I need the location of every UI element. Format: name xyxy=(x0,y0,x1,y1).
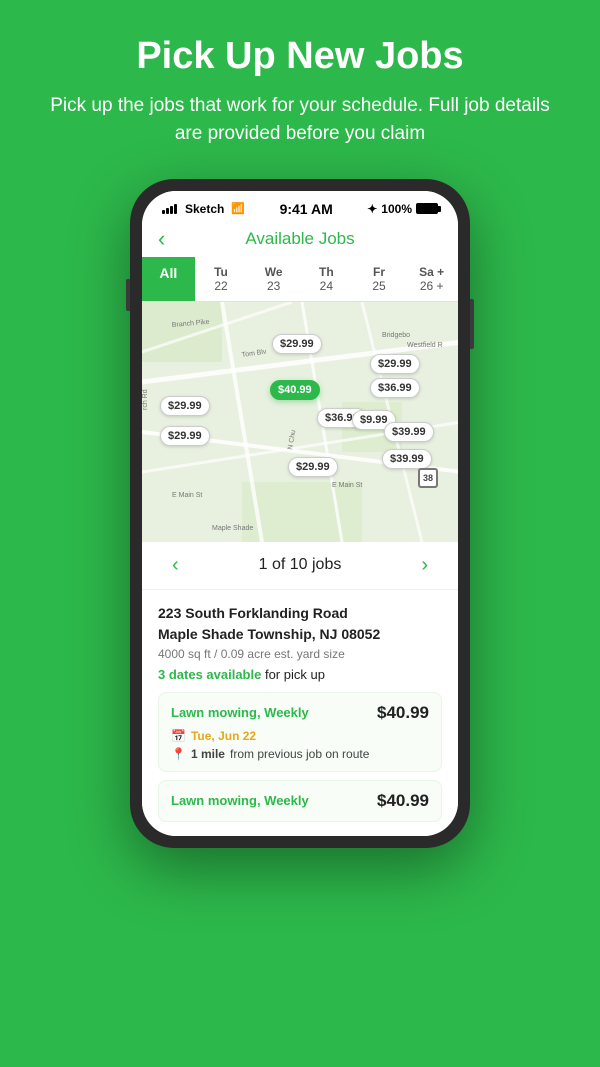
tab-all-label: All xyxy=(159,265,177,281)
map-marker: 38 xyxy=(418,468,438,488)
service-price-1: $40.99 xyxy=(377,703,429,723)
job-card: 223 South Forklanding Road Maple Shade T… xyxy=(142,590,458,836)
phone-wrapper: Sketch 📶 9:41 AM ✦ 100% ‹ Available Jobs xyxy=(130,179,470,848)
battery-icon xyxy=(416,203,438,214)
svg-text:Bridgebo: Bridgebo xyxy=(382,332,410,339)
tab-all[interactable]: All xyxy=(142,257,195,301)
back-button[interactable]: ‹ xyxy=(158,226,165,252)
route-suffix: from previous job on route xyxy=(230,747,369,761)
service-name-2: Lawn mowing, Weekly xyxy=(171,793,309,808)
svg-text:E Main St: E Main St xyxy=(332,482,362,489)
job-count-text: 1 of 10 jobs xyxy=(259,556,342,574)
status-time: 9:41 AM xyxy=(280,201,333,217)
calendar-icon: 📅 xyxy=(171,729,186,743)
page-title: Pick Up New Jobs xyxy=(40,36,560,78)
status-bar: Sketch 📶 9:41 AM ✦ 100% xyxy=(142,191,458,223)
tab-we-day: We xyxy=(251,265,296,279)
tab-sa[interactable]: Sa + 26 + xyxy=(405,257,458,301)
tab-tu[interactable]: Tu 22 xyxy=(195,257,248,301)
next-job-button[interactable]: › xyxy=(421,554,428,577)
screen-title: Available Jobs xyxy=(245,229,354,249)
tab-fr-day: Fr xyxy=(357,265,402,279)
service-date-1: 📅 Tue, Jun 22 xyxy=(171,729,429,743)
dates-rest: for pick up xyxy=(261,667,325,682)
header-section: Pick Up New Jobs Pick up the jobs that w… xyxy=(0,0,600,169)
job-address-line2: Maple Shade Township, NJ 08052 xyxy=(158,625,442,645)
price-pin-1[interactable]: $29.99 xyxy=(272,334,322,354)
bluetooth-icon: ✦ xyxy=(367,202,377,216)
service-route-1: 📍 1 mile from previous job on route xyxy=(171,747,429,761)
route-distance: 1 mile xyxy=(191,747,225,761)
header-subtitle: Pick up the jobs that work for your sche… xyxy=(40,92,560,149)
price-pin-10[interactable]: $39.99 xyxy=(382,449,432,469)
tab-th[interactable]: Th 24 xyxy=(300,257,353,301)
phone-screen: Sketch 📶 9:41 AM ✦ 100% ‹ Available Jobs xyxy=(142,191,458,836)
price-pin-6[interactable]: $29.99 xyxy=(160,396,210,416)
day-tabs: All Tu 22 We 23 Th 24 Fr 25 xyxy=(142,257,458,302)
tab-we-num: 23 xyxy=(251,279,296,293)
price-pin-2[interactable]: $29.99 xyxy=(370,354,420,374)
job-navigation: ‹ 1 of 10 jobs › xyxy=(142,542,458,590)
service-price-2: $40.99 xyxy=(377,791,429,811)
tab-tu-num: 22 xyxy=(199,279,244,293)
price-pin-3[interactable]: $36.99 xyxy=(370,378,420,398)
tab-sa-day: Sa + xyxy=(409,265,454,279)
service-date-label-1: Tue, Jun 22 xyxy=(191,729,256,743)
price-pin-7[interactable]: $29.99 xyxy=(160,426,210,446)
svg-text:Westfield R: Westfield R xyxy=(407,342,443,349)
location-icon: 📍 xyxy=(171,747,186,761)
status-left: Sketch 📶 xyxy=(162,202,245,216)
tab-we[interactable]: We 23 xyxy=(247,257,300,301)
price-pin-active[interactable]: $40.99 xyxy=(270,380,320,400)
service-name-1: Lawn mowing, Weekly xyxy=(171,705,309,720)
service-row-1[interactable]: Lawn mowing, Weekly $40.99 📅 Tue, Jun 22… xyxy=(158,692,442,772)
job-dates-available: 3 dates available for pick up xyxy=(158,667,442,682)
tab-th-day: Th xyxy=(304,265,349,279)
prev-job-button[interactable]: ‹ xyxy=(172,554,179,577)
price-pin-9[interactable]: $29.99 xyxy=(288,457,338,477)
tab-th-num: 24 xyxy=(304,279,349,293)
tab-sa-num: 26 + xyxy=(409,279,454,293)
battery-label: 100% xyxy=(381,202,412,216)
nav-bar: ‹ Available Jobs xyxy=(142,223,458,257)
tab-tu-day: Tu xyxy=(199,265,244,279)
dates-highlight: 3 dates available xyxy=(158,667,261,682)
tab-fr-num: 25 xyxy=(357,279,402,293)
map-area[interactable]: Branch Pike Tom Blv Bridgebo rch Rd E Ma… xyxy=(142,302,458,542)
service-row-2[interactable]: Lawn mowing, Weekly $40.99 xyxy=(158,780,442,822)
service-top-1: Lawn mowing, Weekly $40.99 xyxy=(171,703,429,723)
wifi-icon: 📶 xyxy=(231,202,245,215)
price-pin-8[interactable]: $39.99 xyxy=(384,422,434,442)
job-yard-details: 4000 sq ft / 0.09 acre est. yard size xyxy=(158,647,442,661)
svg-text:rch Rd: rch Rd xyxy=(142,389,149,410)
carrier-label: Sketch xyxy=(185,202,224,216)
phone-frame: Sketch 📶 9:41 AM ✦ 100% ‹ Available Jobs xyxy=(130,179,470,848)
job-address-line1: 223 South Forklanding Road xyxy=(158,604,442,624)
svg-text:Maple Shade: Maple Shade xyxy=(212,525,253,532)
svg-text:E Main St: E Main St xyxy=(172,492,202,499)
service-top-2: Lawn mowing, Weekly $40.99 xyxy=(171,791,429,811)
signal-bars-icon xyxy=(162,204,177,214)
status-right: ✦ 100% xyxy=(367,202,438,216)
tab-fr[interactable]: Fr 25 xyxy=(353,257,406,301)
